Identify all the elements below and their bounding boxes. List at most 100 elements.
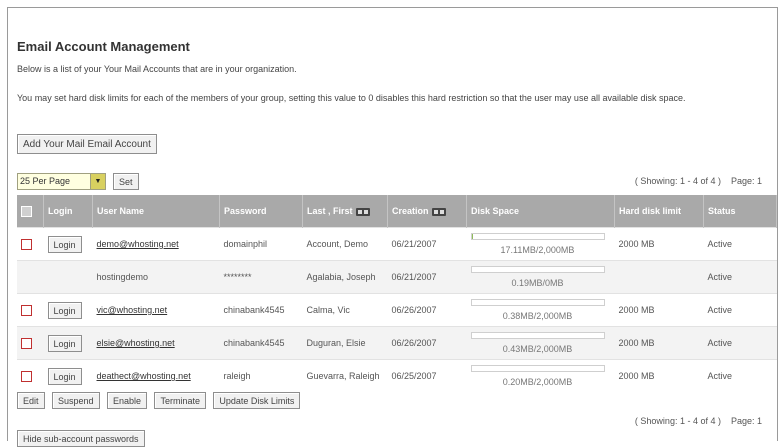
login-button[interactable]: Login (47, 334, 82, 352)
row-name: Guevarra, Raleigh (302, 359, 388, 392)
disk-usage-bar (470, 266, 605, 273)
disk-usage-fill (471, 234, 473, 239)
page-indicator: Page: 1 (730, 416, 762, 426)
sort-icon[interactable] (355, 207, 370, 216)
row-limit[interactable]: 2000 MB (614, 326, 704, 360)
row-status: Active (703, 293, 777, 327)
terminate-button[interactable]: Terminate (154, 392, 206, 409)
header-login: Login (43, 195, 93, 228)
row-name: Agalabia, Joseph (302, 260, 388, 294)
row-created: 06/26/2007 (387, 293, 467, 327)
row-created: 06/26/2007 (387, 326, 467, 360)
row-checkbox[interactable] (21, 238, 32, 250)
page-title: Email Account Management (17, 39, 190, 54)
row-disk: 0.20MB/2,000MB (466, 359, 615, 392)
hide-passwords-button[interactable]: Hide sub-account passwords (17, 430, 145, 447)
sort-icon[interactable] (431, 207, 446, 216)
per-page-select[interactable]: 25 Per Page ▼ (17, 173, 106, 190)
table-row: Login deathect@whosting.net raleigh Guev… (17, 359, 777, 392)
table-row: Login elsie@whosting.net chinabank4545 D… (17, 326, 777, 360)
enable-button[interactable]: Enable (106, 392, 147, 409)
row-password: domainphil (219, 227, 303, 261)
row-user: demo@whosting.net (92, 227, 220, 261)
user-link[interactable]: demo@whosting.net (97, 239, 179, 249)
showing-bottom: ( Showing: 1 - 4 of 4 ) Page: 1 (635, 416, 762, 426)
user-link[interactable]: elsie@whosting.net (97, 338, 175, 348)
content-frame: Email Account Management Below is a list… (7, 7, 778, 447)
header-status: Status (703, 195, 777, 228)
row-limit[interactable]: 2000 MB (614, 359, 704, 392)
header-name-label: Last , First (307, 206, 353, 216)
row-disk: 0.43MB/2,000MB (466, 326, 615, 360)
row-name: Duguran, Elsie (302, 326, 388, 360)
intro-text: Below is a list of your Your Mail Accoun… (17, 64, 297, 74)
row-password: chinabank4545 (219, 326, 303, 360)
row-status: Active (703, 260, 777, 294)
header-disk-space: Disk Space (466, 195, 615, 228)
login-button[interactable]: Login (47, 301, 82, 319)
row-password: ******** (219, 260, 303, 294)
disk-usage-text: 17.11MB/2,000MB (500, 245, 575, 255)
row-disk: 0.19MB/0MB (466, 260, 615, 294)
row-password: chinabank4545 (219, 293, 303, 327)
accounts-table: Login User Name Password Last , First Cr… (17, 195, 777, 392)
page-indicator: Page: 1 (730, 176, 762, 186)
row-checkbox[interactable] (21, 304, 32, 316)
row-name: Account, Demo (302, 227, 388, 261)
row-limit[interactable]: 2000 MB (614, 227, 704, 261)
disk-usage-bar (470, 365, 605, 372)
add-account-button[interactable]: Add Your Mail Email Account (17, 134, 157, 154)
update-disk-limits-button[interactable]: Update Disk Limits (213, 392, 301, 409)
row-login: Login (43, 359, 93, 392)
row-limit (614, 260, 704, 294)
row-login: Login (43, 326, 93, 360)
row-password: raleigh (219, 359, 303, 392)
bulk-actions: Edit Suspend Enable Terminate Update Dis… (17, 391, 303, 409)
row-select (17, 359, 44, 392)
row-disk: 0.38MB/2,000MB (466, 293, 615, 327)
showing-count: ( Showing: 1 - 4 of 4 ) (634, 176, 721, 186)
header-user-name: User Name (92, 195, 220, 228)
edit-button[interactable]: Edit (17, 392, 45, 409)
user-link[interactable]: deathect@whosting.net (97, 371, 191, 381)
per-page-value: 25 Per Page (20, 176, 71, 186)
disk-usage-text: 0.38MB/2,000MB (502, 311, 573, 321)
row-user: deathect@whosting.net (92, 359, 220, 392)
disk-usage-text: 0.19MB/0MB (511, 278, 564, 288)
header-creation-label: Creation (392, 206, 429, 216)
select-all-header (17, 195, 44, 228)
select-all-checkbox[interactable] (21, 205, 32, 217)
row-user: hostingdemo (92, 260, 220, 294)
disk-usage-bar (470, 299, 605, 306)
limits-text: You may set hard disk limits for each of… (17, 93, 686, 103)
row-checkbox[interactable] (21, 370, 32, 382)
row-limit[interactable]: 2000 MB (614, 293, 704, 327)
row-select (17, 293, 44, 327)
row-disk: 17.11MB/2,000MB (466, 227, 615, 261)
table-row: Login vic@whosting.net chinabank4545 Cal… (17, 293, 777, 327)
header-name[interactable]: Last , First (302, 195, 388, 228)
table-row: Login demo@whosting.net domainphil Accou… (17, 227, 777, 261)
row-checkbox[interactable] (21, 337, 32, 349)
login-button[interactable]: Login (47, 367, 82, 385)
user-link[interactable]: vic@whosting.net (97, 305, 168, 315)
row-login: Login (43, 293, 93, 327)
row-status: Active (703, 326, 777, 360)
chevron-down-icon[interactable]: ▼ (90, 174, 105, 189)
header-creation[interactable]: Creation (387, 195, 467, 228)
set-button[interactable]: Set (113, 173, 139, 190)
row-status: Active (703, 227, 777, 261)
disk-usage-text: 0.20MB/2,000MB (502, 377, 573, 387)
header-disk-limit: Hard disk limit (614, 195, 704, 228)
disk-usage-bar (470, 332, 605, 339)
disk-usage-bar (470, 233, 605, 240)
suspend-button[interactable]: Suspend (51, 392, 100, 409)
showing-top: ( Showing: 1 - 4 of 4 ) Page: 1 (635, 176, 762, 186)
row-user: elsie@whosting.net (92, 326, 220, 360)
table-row: hostingdemo ******** Agalabia, Joseph 06… (17, 260, 777, 294)
disk-usage-text: 0.43MB/2,000MB (502, 344, 573, 354)
row-status: Active (703, 359, 777, 392)
row-created: 06/21/2007 (387, 227, 467, 261)
row-user: vic@whosting.net (92, 293, 220, 327)
login-button[interactable]: Login (47, 235, 82, 253)
